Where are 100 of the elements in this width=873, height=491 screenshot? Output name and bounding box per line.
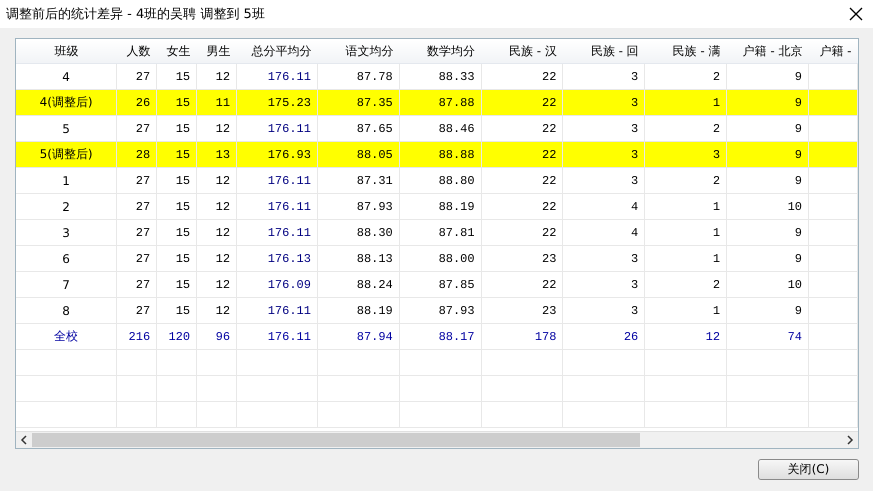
table-cell: 88.88 (399, 142, 482, 168)
table-cell: 3 (562, 298, 645, 324)
table-cell: 27 (116, 272, 157, 298)
table-cell: 1 (644, 220, 727, 246)
table-cell: 87.94 (317, 324, 400, 350)
table-cell: 12 (196, 194, 237, 220)
table-cell: 12 (196, 220, 237, 246)
table-cell: 88.30 (317, 220, 400, 246)
table-cell: 9 (726, 220, 808, 246)
table-cell: 87.88 (399, 90, 482, 116)
table-cell: 23 (481, 246, 563, 272)
table-cell: 13 (196, 142, 237, 168)
table-cell: 15 (156, 90, 197, 116)
table-cell: 87.93 (317, 194, 400, 220)
table-cell: 2 (16, 194, 117, 220)
table-cell: 3 (562, 272, 645, 298)
table-cell: 176.13 (236, 246, 318, 272)
table-cell: 7 (16, 272, 117, 298)
table-cell: 9 (726, 90, 808, 116)
table-cell: 22 (481, 194, 563, 220)
table-cell: 3 (562, 90, 645, 116)
table-cell: 12 (196, 246, 237, 272)
table-cell: 23 (481, 298, 563, 324)
table-cell: 88.17 (399, 324, 482, 350)
table-cell: 27 (116, 298, 157, 324)
scrollbar-thumb[interactable] (32, 433, 640, 447)
table-cell: 2 (644, 168, 727, 194)
table-cell: 74 (726, 324, 808, 350)
table-cell: 22 (481, 220, 563, 246)
table-cell: 15 (156, 298, 197, 324)
table-cell: 15 (156, 168, 197, 194)
table-cell: 3 (16, 220, 117, 246)
table-cell: 96 (196, 324, 237, 350)
table-cell: 9 (726, 142, 808, 168)
table-cell: 87.85 (399, 272, 482, 298)
table-cell: 3 (562, 142, 645, 168)
table-cell: 15 (156, 220, 197, 246)
table-cell: 26 (116, 90, 157, 116)
table-cell: 12 (644, 324, 727, 350)
table-cell: 11 (196, 90, 237, 116)
table-cell: 88.19 (317, 298, 400, 324)
table-cell: 88.80 (399, 168, 482, 194)
table-cell: 1 (644, 298, 727, 324)
table-cell: 8 (16, 298, 117, 324)
table-cell: 全校 (16, 324, 117, 350)
table-cell: 10 (726, 194, 808, 220)
table-cell: 176.11 (236, 324, 318, 350)
table-cell: 22 (481, 142, 563, 168)
table-cell: 28 (116, 142, 157, 168)
table-cell: 88.19 (399, 194, 482, 220)
table-cell: 88.00 (399, 246, 482, 272)
table-cell: 88.13 (317, 246, 400, 272)
close-button[interactable]: 关闭(C) (758, 459, 859, 480)
table-cell: 176.11 (236, 194, 318, 220)
table-cell: 15 (156, 194, 197, 220)
table-cell: 9 (726, 246, 808, 272)
table-cell: 9 (726, 168, 808, 194)
table-cell: 6 (16, 246, 117, 272)
table-cell: 10 (726, 272, 808, 298)
table-cell: 120 (156, 324, 197, 350)
table-cell: 178 (481, 324, 563, 350)
table-cell: 27 (116, 246, 157, 272)
table-cell: 2 (644, 272, 727, 298)
table-cell: 26 (562, 324, 645, 350)
table-cell: 12 (196, 272, 237, 298)
table-cell: 87.35 (317, 90, 400, 116)
table-cell: 15 (156, 272, 197, 298)
table-cell: 12 (196, 298, 237, 324)
table-cell: 22 (481, 272, 563, 298)
table-cell: 3 (562, 168, 645, 194)
table-cell: 87.93 (399, 298, 482, 324)
table-cell: 5(调整后) (16, 142, 117, 168)
table-cell: 1 (644, 90, 727, 116)
table-cell: 1 (644, 194, 727, 220)
table-cell: 176.11 (236, 298, 318, 324)
table-cell: 87.31 (317, 168, 400, 194)
table-cell: 4 (562, 194, 645, 220)
table-cell: 27 (116, 168, 157, 194)
table-cell: 15 (156, 246, 197, 272)
table-cell: 9 (726, 298, 808, 324)
table-cell: 27 (116, 194, 157, 220)
table-cell: 1 (644, 246, 727, 272)
table-cell: 87.81 (399, 220, 482, 246)
table-cell: 216 (116, 324, 157, 350)
table-cell: 88.05 (317, 142, 400, 168)
table-cell: 4 (562, 220, 645, 246)
close-icon[interactable] (847, 5, 865, 23)
table-cell: 88.24 (317, 272, 400, 298)
table-cell: 4(调整后) (16, 90, 117, 116)
table-cell: 3 (562, 246, 645, 272)
table-cell: 27 (116, 220, 157, 246)
table-cell: 1 (16, 168, 117, 194)
table-cell: 12 (196, 168, 237, 194)
table-cell: 176.11 (236, 220, 318, 246)
table-cell: 22 (481, 90, 563, 116)
table-cell: 15 (156, 142, 197, 168)
table-cell: 176.11 (236, 168, 318, 194)
window-title: 调整前后的统计差异 - 4班的吴聘 调整到 5班 (6, 6, 265, 23)
table-cell: 176.93 (236, 142, 318, 168)
table-cell: 176.09 (236, 272, 318, 298)
